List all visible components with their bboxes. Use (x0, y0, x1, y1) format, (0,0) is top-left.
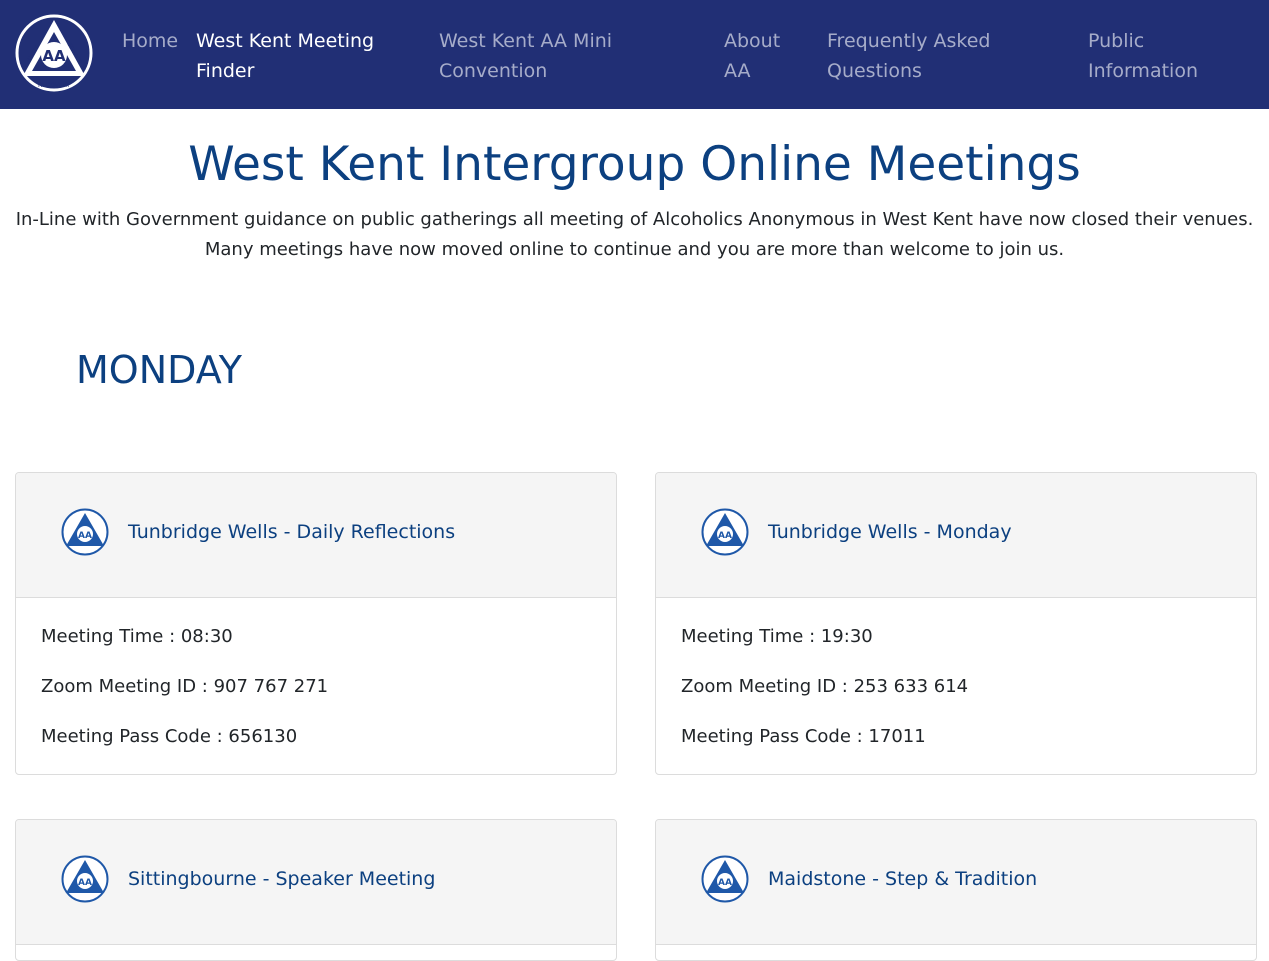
nav-faq[interactable]: Frequently Asked Questions (827, 26, 1017, 86)
meeting-card-header: AA Maidstone - Step & Tradition (656, 820, 1256, 945)
intro-line-2: Many meetings have now moved online to c… (204, 239, 1065, 260)
meeting-name: Sittingbourne - Speaker Meeting (128, 868, 436, 890)
svg-text:AA: AA (78, 878, 92, 888)
meeting-time: Meeting Time : 08:30 (41, 626, 233, 647)
meeting-pass-code: Meeting Pass Code : 17011 (681, 726, 926, 747)
day-heading: MONDAY (76, 348, 242, 392)
zoom-meeting-id: Zoom Meeting ID : 253 633 614 (681, 676, 969, 697)
meeting-name: Maidstone - Step & Tradition (768, 868, 1038, 890)
svg-text:AA: AA (78, 531, 92, 541)
svg-text:RECOVERY: RECOVERY (38, 82, 70, 89)
intro-line-1: In-Line with Government guidance on publ… (15, 209, 1254, 230)
aa-logo-icon: AA (701, 508, 749, 556)
svg-text:AA: AA (718, 878, 732, 888)
page-title: West Kent Intergroup Online Meetings (188, 137, 1081, 192)
nav-meeting-finder[interactable]: West Kent Meeting Finder (196, 26, 396, 86)
meeting-time: Meeting Time : 19:30 (681, 626, 873, 647)
aa-logo-icon[interactable]: AA RECOVERY UNITY SERVICE (15, 14, 93, 92)
nav-public-information[interactable]: Public Information (1088, 26, 1218, 86)
meeting-card-header: AA Tunbridge Wells - Daily Reflections (16, 473, 616, 598)
meeting-name: Tunbridge Wells - Monday (768, 521, 1012, 543)
nav-mini-convention[interactable]: West Kent AA Mini Convention (439, 26, 639, 86)
top-navbar: AA RECOVERY UNITY SERVICE Home West Kent… (0, 0, 1269, 109)
svg-text:AA: AA (718, 531, 732, 541)
aa-logo-icon: AA (701, 855, 749, 903)
meeting-card: AA Tunbridge Wells - Daily Reflections M… (15, 472, 617, 775)
nav-home[interactable]: Home (122, 26, 192, 56)
meeting-card: AA Tunbridge Wells - Monday Meeting Time… (655, 472, 1257, 775)
nav-about-aa[interactable]: About AA (724, 26, 794, 86)
zoom-meeting-id: Zoom Meeting ID : 907 767 271 (41, 676, 329, 697)
aa-logo-icon: AA (61, 508, 109, 556)
meeting-card: AA Sittingbourne - Speaker Meeting (15, 819, 617, 961)
meeting-card-body: Meeting Time : 19:30 Zoom Meeting ID : 2… (656, 598, 1256, 774)
svg-text:AA: AA (42, 47, 66, 65)
meeting-card-header: AA Sittingbourne - Speaker Meeting (16, 820, 616, 945)
meeting-card-body: Meeting Time : 08:30 Zoom Meeting ID : 9… (16, 598, 616, 774)
meeting-card: AA Maidstone - Step & Tradition (655, 819, 1257, 961)
meeting-card-header: AA Tunbridge Wells - Monday (656, 473, 1256, 598)
aa-logo-icon: AA (61, 855, 109, 903)
meeting-pass-code: Meeting Pass Code : 656130 (41, 726, 298, 747)
intro-text: In-Line with Government guidance on publ… (0, 205, 1269, 265)
meeting-name: Tunbridge Wells - Daily Reflections (128, 521, 456, 543)
